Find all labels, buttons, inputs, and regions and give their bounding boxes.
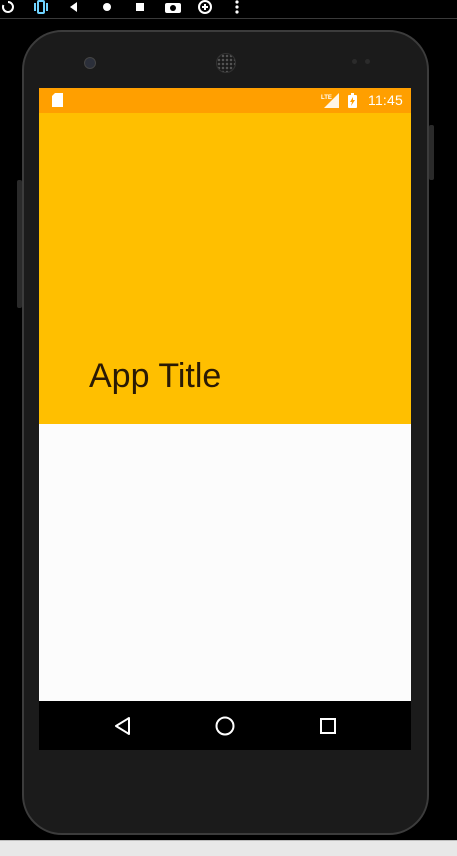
status-bar: LTE 11:45 bbox=[39, 88, 411, 113]
battery-charging-icon bbox=[348, 93, 357, 113]
sd-card-icon bbox=[52, 93, 63, 112]
status-time: 11:45 bbox=[368, 92, 403, 108]
rotate-right-icon[interactable] bbox=[32, 0, 50, 14]
earpiece-speaker bbox=[216, 53, 236, 73]
camera-icon[interactable] bbox=[163, 0, 183, 14]
device-screen: LTE 11:45 App Title bbox=[39, 88, 411, 750]
app-bar: App Title bbox=[39, 113, 411, 424]
volume-button[interactable] bbox=[17, 180, 22, 308]
back-icon[interactable] bbox=[109, 713, 135, 739]
emulator-toolbar bbox=[0, 0, 457, 19]
overview-square-icon[interactable] bbox=[133, 0, 147, 14]
navigation-bar bbox=[39, 701, 411, 750]
back-triangle-icon[interactable] bbox=[66, 0, 80, 14]
light-sensor bbox=[365, 59, 370, 64]
more-vert-icon[interactable] bbox=[230, 0, 244, 14]
home-icon[interactable] bbox=[212, 713, 238, 739]
power-button[interactable] bbox=[429, 125, 434, 180]
emulator-status-strip bbox=[0, 840, 457, 856]
lte-signal-icon: LTE bbox=[321, 92, 339, 113]
app-title: App Title bbox=[89, 357, 222, 395]
content-area bbox=[39, 424, 411, 701]
rotate-left-icon[interactable] bbox=[0, 0, 16, 14]
recents-icon[interactable] bbox=[315, 713, 341, 739]
proximity-sensor bbox=[352, 59, 357, 64]
front-camera bbox=[84, 57, 96, 69]
svg-text:LTE: LTE bbox=[321, 95, 332, 101]
zoom-icon[interactable] bbox=[195, 0, 215, 14]
home-dot-icon[interactable] bbox=[100, 0, 114, 14]
